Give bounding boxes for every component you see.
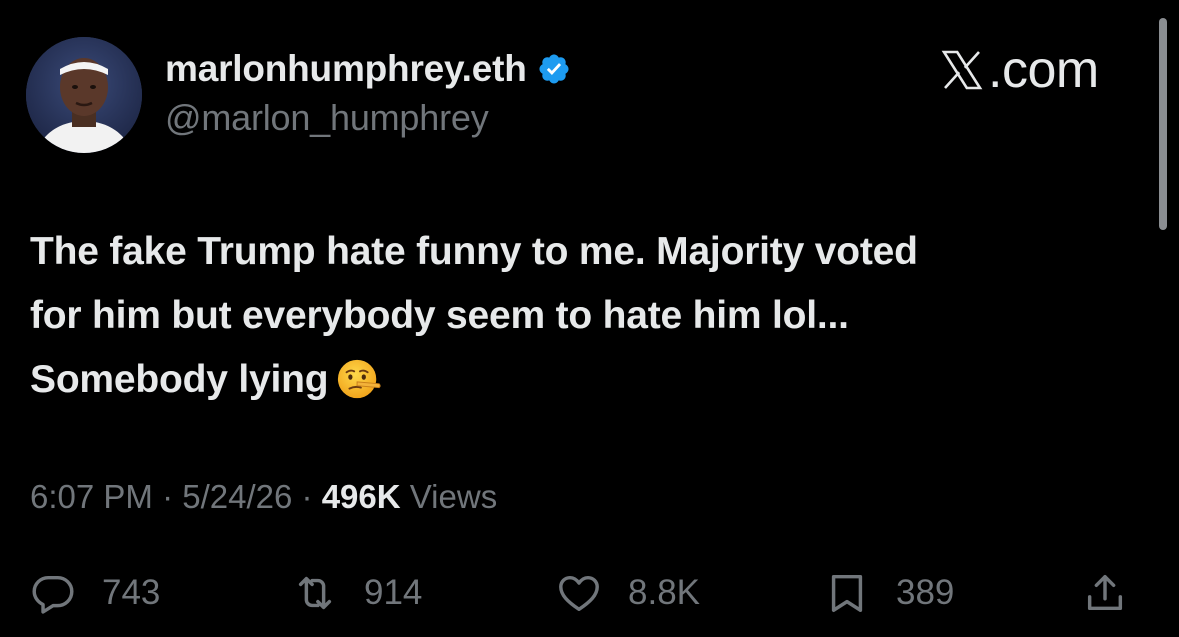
user-handle[interactable]: @marlon_humphrey [165, 97, 489, 139]
repost-button[interactable]: 914 [292, 570, 422, 616]
action-bar: 743 914 8.8K 389 [30, 570, 1150, 626]
repost-count: 914 [364, 573, 423, 612]
tweet-line: The fake Trump hate funny to me. Majorit… [30, 230, 918, 273]
tweet-body: The fake Trump hate funny to me. Majorit… [30, 220, 1130, 412]
brand-suffix: .com [988, 41, 1099, 99]
avatar[interactable] [26, 37, 142, 153]
display-name[interactable]: marlonhumphrey.eth [165, 48, 571, 90]
lying-face-emoji-icon [338, 359, 381, 399]
profile-photo-icon [26, 37, 142, 153]
views-count: 496K [321, 478, 401, 515]
tweet-line: for him but everybody seem to hate him l… [30, 294, 849, 337]
reply-button[interactable]: 743 [30, 570, 160, 616]
like-button[interactable]: 8.8K [556, 570, 700, 616]
tweet-screenshot: marlonhumphrey.eth @marlon_humphrey .com… [0, 0, 1179, 637]
scrollbar[interactable] [1159, 18, 1167, 230]
like-count: 8.8K [628, 573, 700, 612]
tweet-date[interactable]: 5/24/26 [182, 478, 292, 515]
heart-icon [559, 575, 599, 612]
tweet-time[interactable]: 6:07 PM [30, 478, 153, 515]
tweet-line-last: Somebody lying [30, 348, 1130, 412]
tweet-meta: 6:07 PM · 5/24/26 · 496K Views [30, 478, 497, 516]
bookmark-icon [831, 574, 863, 612]
repost-icon [298, 576, 332, 610]
meta-separator: · [301, 478, 313, 515]
share-button[interactable] [1082, 570, 1128, 616]
meta-separator: · [162, 478, 174, 515]
reply-icon [32, 575, 74, 614]
share-icon [1087, 574, 1123, 611]
bookmark-button[interactable]: 389 [824, 570, 954, 616]
verified-badge-icon [539, 54, 569, 84]
reply-count: 743 [102, 573, 161, 612]
display-name-text: marlonhumphrey.eth [165, 48, 527, 89]
x-brand-logo: .com [938, 40, 1099, 100]
bookmark-count: 389 [896, 573, 955, 612]
tweet-line-text: Somebody lying [30, 358, 329, 401]
x-logo-icon [941, 50, 983, 90]
views-label: Views [409, 478, 498, 515]
